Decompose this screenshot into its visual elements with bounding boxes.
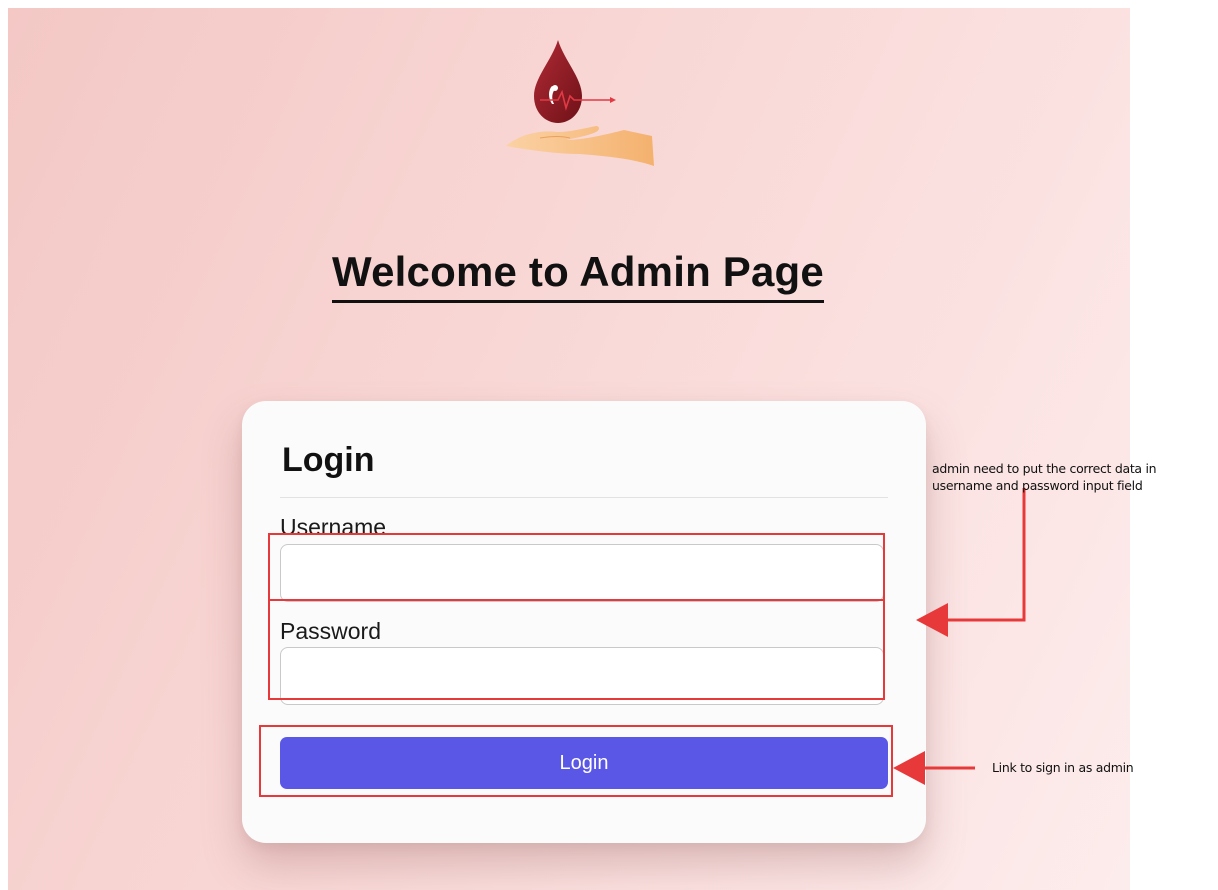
fields-annotation-note: admin need to put the correct data in us… bbox=[932, 460, 1157, 494]
username-input[interactable] bbox=[280, 544, 884, 602]
login-card: Login Username Password Login bbox=[242, 401, 926, 843]
fields-annotation-line1: admin need to put the correct data in bbox=[932, 461, 1157, 476]
fields-annotation-line2: username and password input field bbox=[932, 478, 1143, 493]
blood-drop-hand-logo-icon bbox=[500, 38, 660, 168]
login-card-title: Login bbox=[282, 441, 375, 479]
welcome-header: Welcome to Admin Page bbox=[8, 248, 1130, 303]
login-button[interactable]: Login bbox=[280, 737, 888, 789]
page-title: Welcome to Admin Page bbox=[332, 248, 824, 303]
screenshot-stage: Welcome to Admin Page Login Username Pas… bbox=[0, 0, 1218, 890]
button-annotation-note: Link to sign in as admin bbox=[992, 760, 1134, 775]
card-divider bbox=[280, 497, 888, 498]
admin-page-background: Welcome to Admin Page Login Username Pas… bbox=[8, 8, 1130, 890]
password-label: Password bbox=[280, 618, 381, 644]
username-label: Username bbox=[280, 514, 387, 540]
password-input[interactable] bbox=[280, 647, 884, 705]
